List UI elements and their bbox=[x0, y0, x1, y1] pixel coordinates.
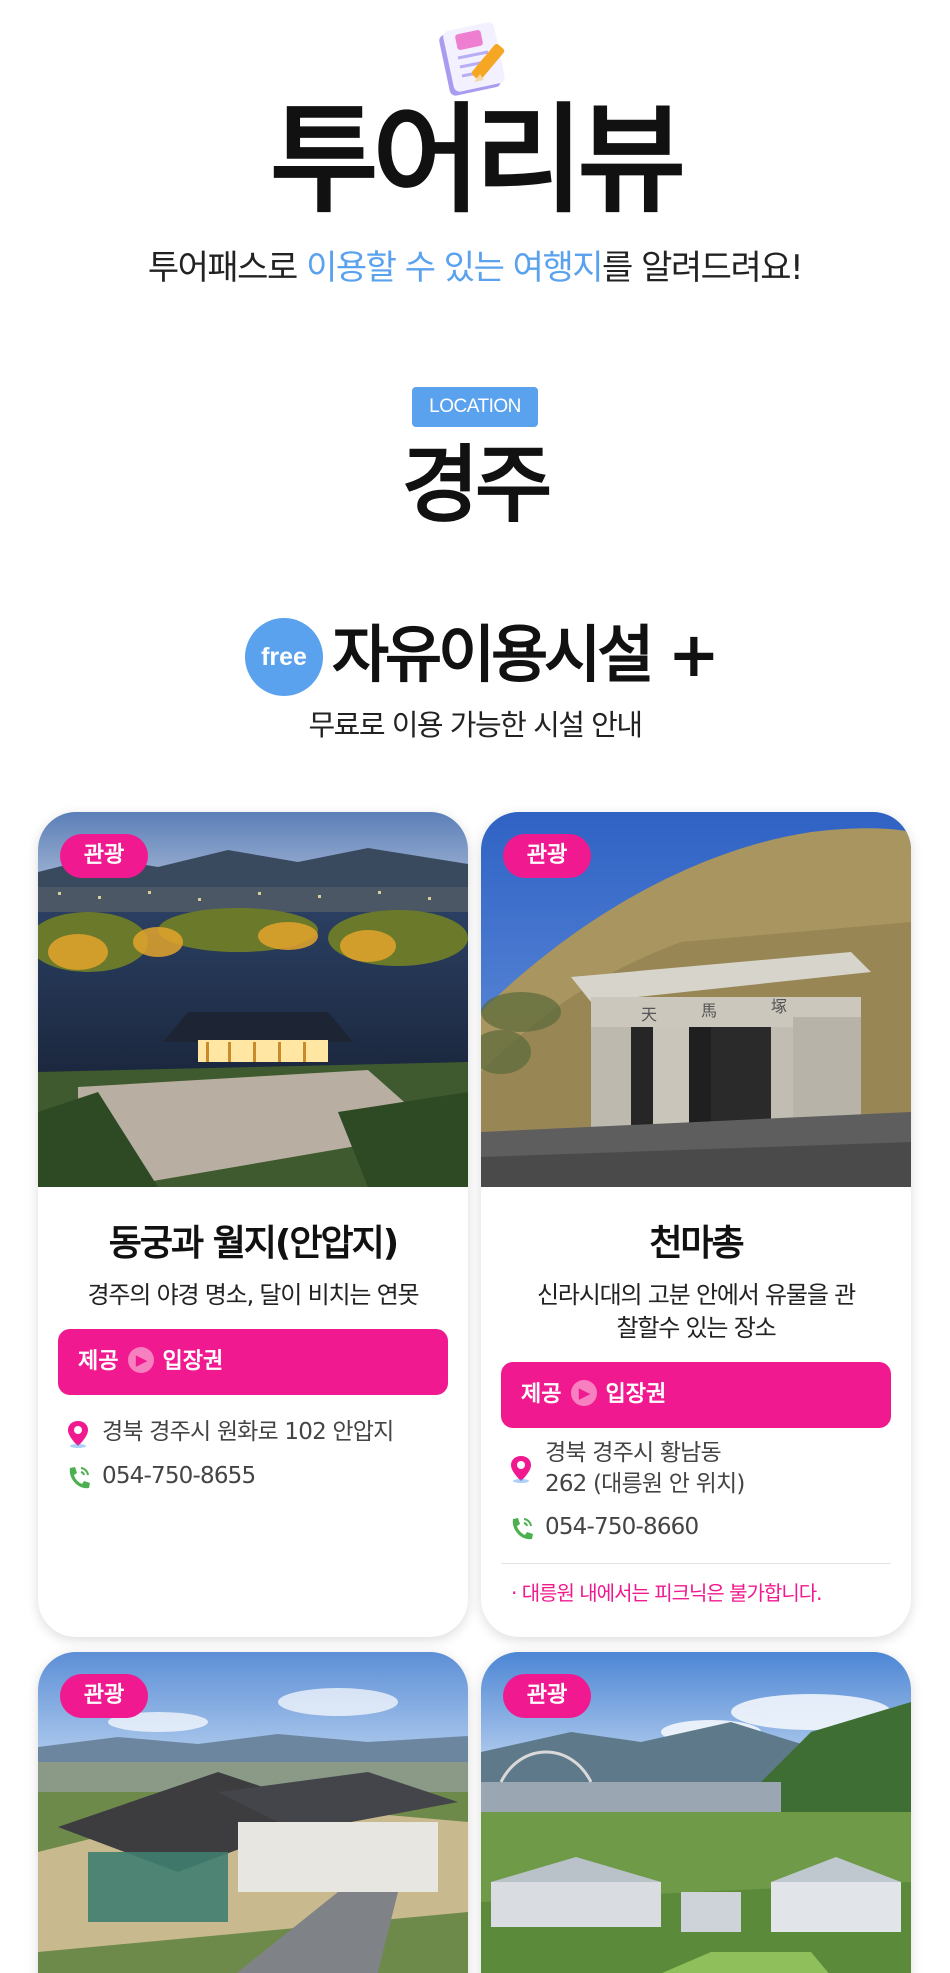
phone-icon bbox=[64, 1463, 92, 1493]
category-badge: 관광 bbox=[60, 1674, 148, 1718]
phone-text: 054-750-8655 bbox=[102, 1463, 256, 1489]
attraction-name: 동궁과 월지(안압지) bbox=[108, 1223, 399, 1264]
attraction-name: 천마총 bbox=[649, 1223, 744, 1264]
attraction-desc: 신라시대의 고분 안에서 유물을 관찰할수 있는 장소 bbox=[536, 1281, 856, 1342]
chevron-right-circle-icon: ▶ bbox=[128, 1347, 155, 1373]
attraction-desc: 경주의 야경 명소, 달이 비치는 연못 bbox=[87, 1281, 420, 1309]
address-row: 경북 경주시 원화로 102 안압지 bbox=[64, 1417, 444, 1449]
svg-text:天: 天 bbox=[641, 1005, 657, 1024]
free-section-header: free 자유이용시설 + bbox=[0, 615, 950, 696]
svg-text:馬: 馬 bbox=[701, 1001, 717, 1020]
category-badge: 관광 bbox=[503, 1674, 591, 1718]
chevron-right-circle-icon: ▶ bbox=[571, 1380, 598, 1406]
attraction-card-3[interactable]: 관광 bbox=[38, 1652, 468, 1973]
offer-label: 제공 bbox=[78, 1349, 119, 1374]
free-section-desc: 무료로 이용 가능한 시설 안내 bbox=[308, 708, 643, 742]
phone-row[interactable]: 054-750-8660 bbox=[507, 1512, 887, 1544]
offer-value: 입장권 bbox=[162, 1349, 224, 1374]
address-row: 경북 경주시 황남동 262 (대릉원 안 위치) bbox=[507, 1438, 887, 1502]
category-badge: 관광 bbox=[60, 834, 148, 878]
notice-text: · 대릉원 내에서는 피크닉은 불가합니다. bbox=[511, 1581, 823, 1605]
offer-label: 제공 bbox=[521, 1382, 562, 1407]
location-badge: LOCATION bbox=[412, 387, 538, 427]
page-title: 투어리뷰 bbox=[269, 91, 686, 229]
subtitle-highlight: 이용할 수 있는 여행지 bbox=[306, 248, 603, 288]
attraction-card-4[interactable]: 관광 bbox=[481, 1652, 911, 1973]
phone-text: 054-750-8660 bbox=[545, 1514, 699, 1540]
address-text: 경북 경주시 원화로 102 안압지 bbox=[102, 1419, 394, 1445]
city-title: 경주 bbox=[401, 436, 553, 534]
offer-bar[interactable]: 제공 ▶ 입장권 bbox=[58, 1329, 448, 1395]
free-section-title: 자유이용시설 + bbox=[332, 618, 720, 691]
subtitle-post: 를 알려드려요! bbox=[602, 248, 804, 288]
offer-value: 입장권 bbox=[605, 1382, 667, 1407]
attraction-card-donggung[interactable]: 관광 동궁과 월지(안압지) 경주의 야경 명소, 달이 비치는 연못 제공 ▶ 입… bbox=[38, 812, 468, 1637]
attraction-card-cheonmachong[interactable]: 天 馬 塚 관광 천마총 신라시대의 고분 안에서 유물을 관찰할수 있는 장소 제… bbox=[481, 812, 911, 1637]
page-subtitle: 투어패스로 이용할 수 있는 여행지를 알려드려요! bbox=[0, 246, 950, 290]
card-divider bbox=[501, 1563, 891, 1564]
free-badge: free bbox=[245, 618, 323, 696]
address-text: 경북 경주시 황남동 262 (대릉원 안 위치) bbox=[545, 1440, 745, 1497]
subtitle-pre: 투어패스로 bbox=[147, 248, 307, 288]
map-pin-icon bbox=[64, 1419, 92, 1449]
category-badge: 관광 bbox=[503, 834, 591, 878]
svg-text:塚: 塚 bbox=[771, 997, 787, 1016]
offer-bar[interactable]: 제공 ▶ 입장권 bbox=[501, 1362, 891, 1428]
phone-icon bbox=[507, 1514, 535, 1544]
map-pin-icon bbox=[507, 1454, 535, 1484]
notepad-pencil-icon bbox=[430, 12, 520, 102]
phone-row[interactable]: 054-750-8655 bbox=[64, 1461, 444, 1493]
